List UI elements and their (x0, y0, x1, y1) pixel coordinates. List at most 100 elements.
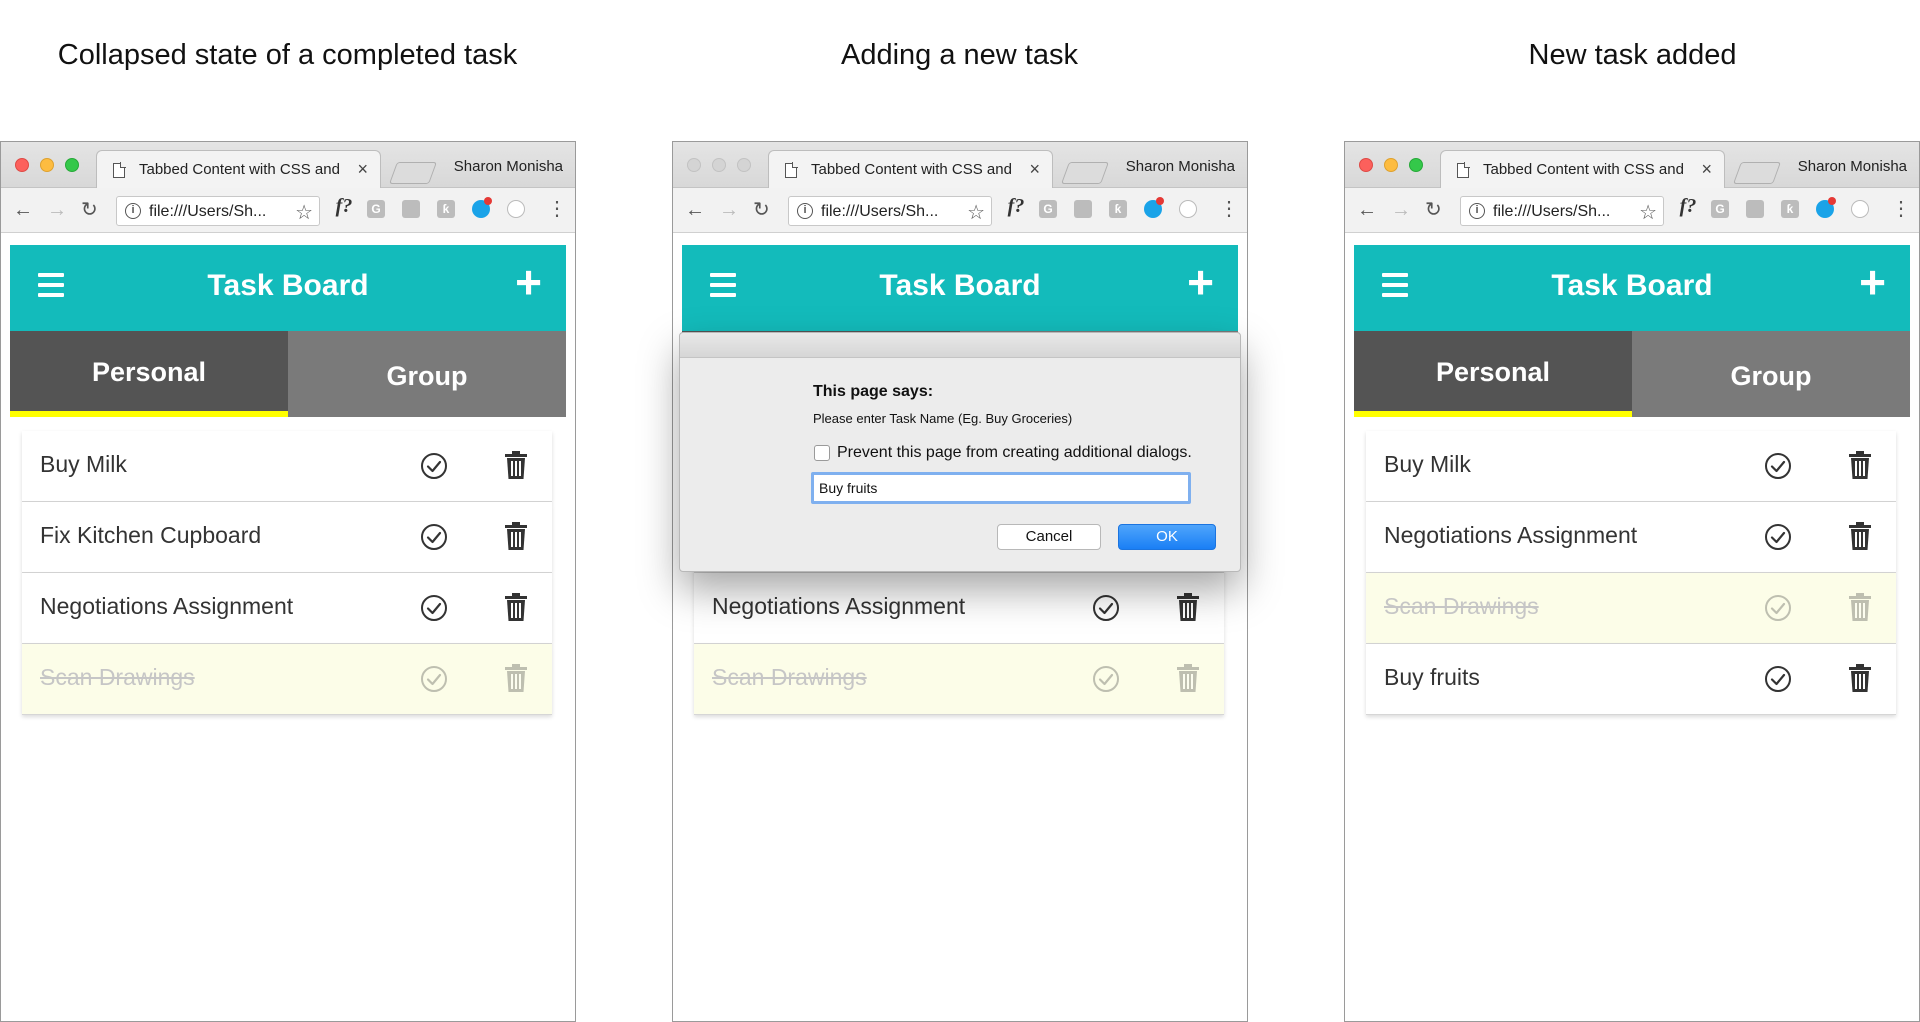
zoom-window-button[interactable] (737, 158, 751, 172)
address-bar[interactable]: i file:///Users/Sh... ☆ (116, 196, 320, 226)
tab-close-icon[interactable]: × (1701, 159, 1712, 179)
delete-trash-icon[interactable] (1848, 521, 1872, 551)
complete-check-icon[interactable] (1764, 665, 1792, 693)
more-menu-icon[interactable]: ⋮ (547, 198, 567, 220)
delete-trash-icon[interactable] (504, 592, 528, 622)
forward-arrow-icon[interactable]: → (1391, 199, 1411, 221)
more-menu-icon[interactable]: ⋮ (1219, 198, 1239, 220)
reload-icon[interactable]: ↻ (753, 199, 770, 221)
complete-check-icon[interactable] (1764, 594, 1792, 622)
task-row[interactable]: Scan Drawings (1366, 573, 1896, 644)
complete-check-icon[interactable] (1092, 665, 1120, 693)
url-text[interactable]: file:///Users/Sh... (149, 203, 266, 221)
back-arrow-icon[interactable]: ← (1357, 199, 1377, 221)
address-bar[interactable]: i file:///Users/Sh... ☆ (788, 196, 992, 226)
ok-button[interactable]: OK (1118, 524, 1216, 550)
zoom-window-button[interactable] (1409, 158, 1423, 172)
task-row[interactable]: Scan Drawings (22, 644, 552, 715)
prevent-dialogs-checkbox[interactable] (814, 445, 830, 461)
task-row[interactable]: Negotiations Assignment (22, 573, 552, 644)
browser-tab[interactable]: Tabbed Content with CSS and × (1440, 150, 1725, 188)
task-row[interactable]: Buy fruits (1366, 644, 1896, 715)
delete-trash-icon[interactable] (504, 450, 528, 480)
extension-f-icon[interactable]: f? (331, 196, 357, 216)
info-icon[interactable]: i (797, 203, 813, 219)
delete-trash-icon[interactable] (504, 663, 528, 693)
url-text[interactable]: file:///Users/Sh... (821, 203, 938, 221)
forward-arrow-icon[interactable]: → (719, 199, 739, 221)
task-row[interactable]: Fix Kitchen Cupboard (22, 502, 552, 573)
close-window-button[interactable] (1359, 158, 1373, 172)
complete-check-icon[interactable] (1092, 594, 1120, 622)
info-icon[interactable]: i (125, 203, 141, 219)
complete-check-icon[interactable] (420, 452, 448, 480)
complete-check-icon[interactable] (420, 665, 448, 693)
extension-f-icon[interactable]: f? (1675, 196, 1701, 216)
task-row[interactable]: Buy Milk (1366, 431, 1896, 502)
bookmark-star-icon[interactable]: ☆ (1639, 200, 1657, 225)
extension-k-icon[interactable]: ƙ (1109, 200, 1127, 218)
extension-shield-icon[interactable] (1746, 200, 1764, 218)
extension-g-icon[interactable]: G (1711, 200, 1729, 218)
minimize-window-button[interactable] (40, 158, 54, 172)
browser-tab[interactable]: Tabbed Content with CSS and × (96, 150, 381, 188)
delete-trash-icon[interactable] (1176, 663, 1200, 693)
bookmark-star-icon[interactable]: ☆ (295, 200, 313, 225)
zoom-window-button[interactable] (65, 158, 79, 172)
extension-shield-icon[interactable] (1074, 200, 1092, 218)
extension-g-icon[interactable]: G (367, 200, 385, 218)
complete-check-icon[interactable] (1764, 452, 1792, 480)
complete-check-icon[interactable] (420, 523, 448, 551)
close-window-button[interactable] (687, 158, 701, 172)
more-menu-icon[interactable]: ⋮ (1891, 198, 1911, 220)
forward-arrow-icon[interactable]: → (47, 199, 67, 221)
minimize-window-button[interactable] (1384, 158, 1398, 172)
tab-personal[interactable]: Personal (1354, 331, 1632, 417)
tab-personal[interactable]: Personal (10, 331, 288, 417)
complete-check-icon[interactable] (420, 594, 448, 622)
reload-icon[interactable]: ↻ (1425, 199, 1442, 221)
tab-close-icon[interactable]: × (357, 159, 368, 179)
delete-trash-icon[interactable] (504, 521, 528, 551)
add-task-icon[interactable]: + (1859, 257, 1886, 307)
extension-g-icon[interactable]: G (1039, 200, 1057, 218)
profile-name[interactable]: Sharon Monisha (454, 158, 563, 175)
prevent-dialogs-label[interactable]: Prevent this page from creating addition… (837, 444, 1192, 462)
complete-check-icon[interactable] (1764, 523, 1792, 551)
extension-c-icon[interactable] (1144, 197, 1164, 218)
new-tab-button[interactable] (388, 162, 438, 184)
delete-trash-icon[interactable] (1848, 450, 1872, 480)
browser-tab[interactable]: Tabbed Content with CSS and × (768, 150, 1053, 188)
address-bar[interactable]: i file:///Users/Sh... ☆ (1460, 196, 1664, 226)
extension-circle-icon[interactable] (1179, 200, 1197, 218)
task-row[interactable]: Buy Milk (22, 431, 552, 502)
close-window-button[interactable] (15, 158, 29, 172)
extension-circle-icon[interactable] (1851, 200, 1869, 218)
task-row[interactable]: Negotiations Assignment (1366, 502, 1896, 573)
cancel-button[interactable]: Cancel (997, 524, 1101, 550)
add-task-icon[interactable]: + (1187, 257, 1214, 307)
task-row[interactable]: Scan Drawings (694, 644, 1224, 715)
new-tab-button[interactable] (1732, 162, 1782, 184)
info-icon[interactable]: i (1469, 203, 1485, 219)
bookmark-star-icon[interactable]: ☆ (967, 200, 985, 225)
task-row[interactable]: Negotiations Assignment (694, 573, 1224, 644)
extension-c-icon[interactable] (1816, 197, 1836, 218)
extension-shield-icon[interactable] (402, 200, 420, 218)
minimize-window-button[interactable] (712, 158, 726, 172)
profile-name[interactable]: Sharon Monisha (1798, 158, 1907, 175)
task-name-input[interactable] (811, 472, 1191, 504)
delete-trash-icon[interactable] (1848, 663, 1872, 693)
extension-circle-icon[interactable] (507, 200, 525, 218)
add-task-icon[interactable]: + (515, 257, 542, 307)
profile-name[interactable]: Sharon Monisha (1126, 158, 1235, 175)
extension-k-icon[interactable]: ƙ (1781, 200, 1799, 218)
extension-k-icon[interactable]: ƙ (437, 200, 455, 218)
back-arrow-icon[interactable]: ← (13, 199, 33, 221)
back-arrow-icon[interactable]: ← (685, 199, 705, 221)
extension-f-icon[interactable]: f? (1003, 196, 1029, 216)
delete-trash-icon[interactable] (1848, 592, 1872, 622)
new-tab-button[interactable] (1060, 162, 1110, 184)
tab-group[interactable]: Group (288, 331, 566, 417)
url-text[interactable]: file:///Users/Sh... (1493, 203, 1610, 221)
